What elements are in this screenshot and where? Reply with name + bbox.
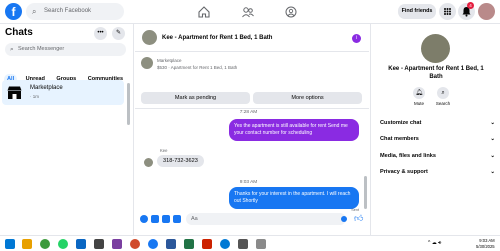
conversation-pane: Kee - Apartment for Rent 1 Bed, 1 Bath i… (135, 24, 369, 235)
app-icon[interactable] (238, 239, 248, 249)
search-label: Search (435, 101, 451, 106)
compose-icon: ✎ (115, 30, 122, 36)
marketplace-listing-card: Marketplace $530 · Apartment for Rent 1 … (135, 53, 369, 109)
messenger-search-input[interactable]: ⌕ Search Messenger (5, 43, 126, 56)
app-icon[interactable] (256, 239, 266, 249)
mark-as-pending-button[interactable]: Mark as pending (141, 92, 250, 104)
image-icon[interactable] (151, 215, 159, 223)
search-icon: ⌕ (32, 7, 37, 16)
chat-header: Kee - Apartment for Rent 1 Bed, 1 Bath i (135, 24, 369, 52)
chevron-down-icon: ⌄ (490, 136, 495, 142)
facebook-logo[interactable]: f (5, 3, 22, 20)
sidebar-scrollbar[interactable] (127, 83, 130, 125)
chat-scrollbar[interactable] (364, 176, 367, 209)
media-files-links-item[interactable]: Media, files and links ⌄ (380, 153, 495, 159)
outgoing-message[interactable]: Thanks for your interest in the apartmen… (229, 187, 359, 209)
facebook-taskbar-icon[interactable] (148, 239, 158, 249)
incoming-message[interactable]: 318-732-3623 (157, 155, 204, 167)
grid-icon (444, 8, 451, 15)
mute-label: Mute (413, 101, 424, 106)
bell-icon: 🔔︎ (413, 87, 425, 99)
messenger-search-placeholder: Search Messenger (18, 46, 65, 52)
message-composer: Aa 👍︎ (135, 209, 369, 229)
sender-name: Kee (160, 148, 168, 153)
menu-grid-button[interactable] (439, 3, 456, 20)
chevron-down-icon: ⌄ (490, 169, 495, 175)
sticker-icon[interactable] (162, 215, 170, 223)
notification-badge: 4 (467, 2, 474, 9)
message-input[interactable]: Aa (186, 213, 346, 225)
app-icon[interactable] (112, 239, 122, 249)
listing-source: Marketplace (157, 58, 182, 63)
timestamp: 7:28 AM (239, 110, 258, 115)
marketplace-store-icon (7, 86, 22, 99)
search-icon: ⌕ (437, 87, 449, 99)
taskbar-clock[interactable]: 9:03 AM 5/30/2025 (476, 238, 495, 250)
emoji-icon[interactable] (341, 216, 347, 222)
ellipsis-icon: ••• (97, 30, 104, 36)
app-icon[interactable] (76, 239, 86, 249)
details-title: Kee - Apartment for Rent 1 Bed, 1 Bath (388, 66, 484, 80)
sender-avatar (144, 158, 153, 167)
profile-avatar[interactable] (478, 3, 495, 20)
search-placeholder: Search Facebook (44, 8, 92, 14)
new-message-button[interactable]: ✎ (112, 27, 125, 40)
chat-title[interactable]: Kee - Apartment for Rent 1 Bed, 1 Bath (162, 35, 272, 41)
find-friends-button[interactable]: Find friends (398, 4, 436, 19)
customize-chat-item[interactable]: Customize chat ⌄ (380, 120, 495, 126)
chat-avatar[interactable] (142, 30, 157, 45)
friends-icon[interactable] (241, 5, 255, 19)
like-icon[interactable]: 👍︎ (354, 213, 363, 224)
privacy-support-item[interactable]: Privacy & support ⌄ (380, 169, 495, 175)
search-icon: ⌕ (10, 46, 14, 53)
app-icon[interactable] (40, 239, 50, 249)
chats-title: Chats (5, 27, 33, 38)
word-icon[interactable] (166, 239, 176, 249)
app-icon[interactable] (94, 239, 104, 249)
conversation-time: · 1m (30, 94, 39, 99)
home-icon[interactable] (197, 5, 211, 19)
listing-thumbnail (141, 57, 153, 69)
chat-members-item[interactable]: Chat members ⌄ (380, 136, 495, 142)
whatsapp-icon[interactable] (58, 239, 68, 249)
info-icon[interactable]: i (352, 34, 361, 43)
details-avatar (421, 34, 450, 63)
mute-button[interactable]: 🔔︎ Mute (409, 87, 429, 106)
file-explorer-icon[interactable] (22, 239, 32, 249)
chats-sidebar: Chats ••• ✎ ⌕ Search Messenger All Unrea… (0, 24, 134, 235)
system-tray[interactable]: ^ ☁ 🔊︎ (428, 240, 441, 246)
top-bar: f ⌕ Search Facebook Find friends 4 (0, 0, 500, 24)
chrome-icon[interactable] (130, 239, 140, 249)
app-icon[interactable] (202, 239, 212, 249)
listing-price-title: $530 · Apartment for Rent 1 Bed, 1 Bath (157, 65, 238, 70)
facebook-search-input[interactable]: ⌕ Search Facebook (26, 3, 124, 20)
chat-details-pane: Kee - Apartment for Rent 1 Bed, 1 Bath 🔔… (370, 24, 500, 235)
timestamp: 9:03 AM (239, 180, 258, 185)
outgoing-message[interactable]: Yes the apartment is still available for… (229, 119, 359, 141)
more-options-listing-button[interactable]: More options (253, 92, 362, 104)
plus-icon[interactable] (140, 215, 148, 223)
search-conversation-button[interactable]: ⌕ Search (433, 87, 453, 106)
windows-start-icon[interactable] (5, 239, 15, 249)
groups-icon[interactable] (284, 5, 298, 19)
chevron-down-icon: ⌄ (490, 153, 495, 159)
conversation-item-marketplace[interactable]: Marketplace · 1m (2, 80, 124, 105)
message-list: 7:28 AM Yes the apartment is still avail… (135, 110, 369, 214)
gif-icon[interactable] (173, 215, 181, 223)
windows-taskbar: ^ ☁ 🔊︎ 9:03 AM 5/30/2025 (0, 235, 500, 251)
conversation-name: Marketplace (30, 85, 63, 91)
excel-icon[interactable] (184, 239, 194, 249)
chevron-down-icon: ⌄ (490, 120, 495, 126)
edge-icon[interactable] (220, 239, 230, 249)
more-options-button[interactable]: ••• (94, 27, 107, 40)
